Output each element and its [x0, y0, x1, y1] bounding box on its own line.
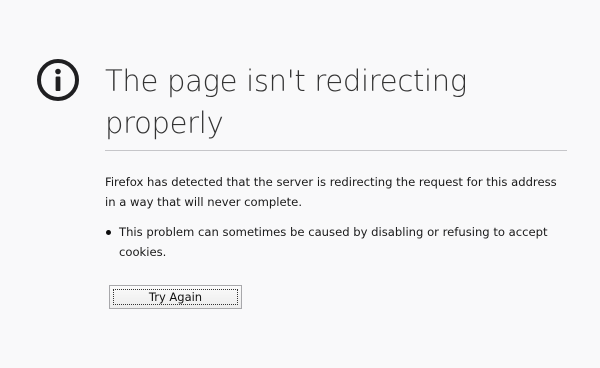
- suggestion-text: This problem can sometimes be caused by …: [119, 225, 548, 259]
- bullet-icon: [106, 230, 111, 235]
- info-icon: [37, 59, 79, 101]
- suggestion-list: This problem can sometimes be caused by …: [105, 222, 570, 262]
- divider: [105, 150, 567, 151]
- try-again-label: Try Again: [148, 290, 203, 304]
- list-item: This problem can sometimes be caused by …: [105, 222, 570, 262]
- page-title: The page isn't redirecting properly: [105, 64, 467, 140]
- try-again-button[interactable]: Try Again: [109, 285, 242, 309]
- error-page: The page isn't redirecting properly Fire…: [0, 0, 600, 368]
- error-description: Firefox has detected that the server is …: [105, 175, 557, 209]
